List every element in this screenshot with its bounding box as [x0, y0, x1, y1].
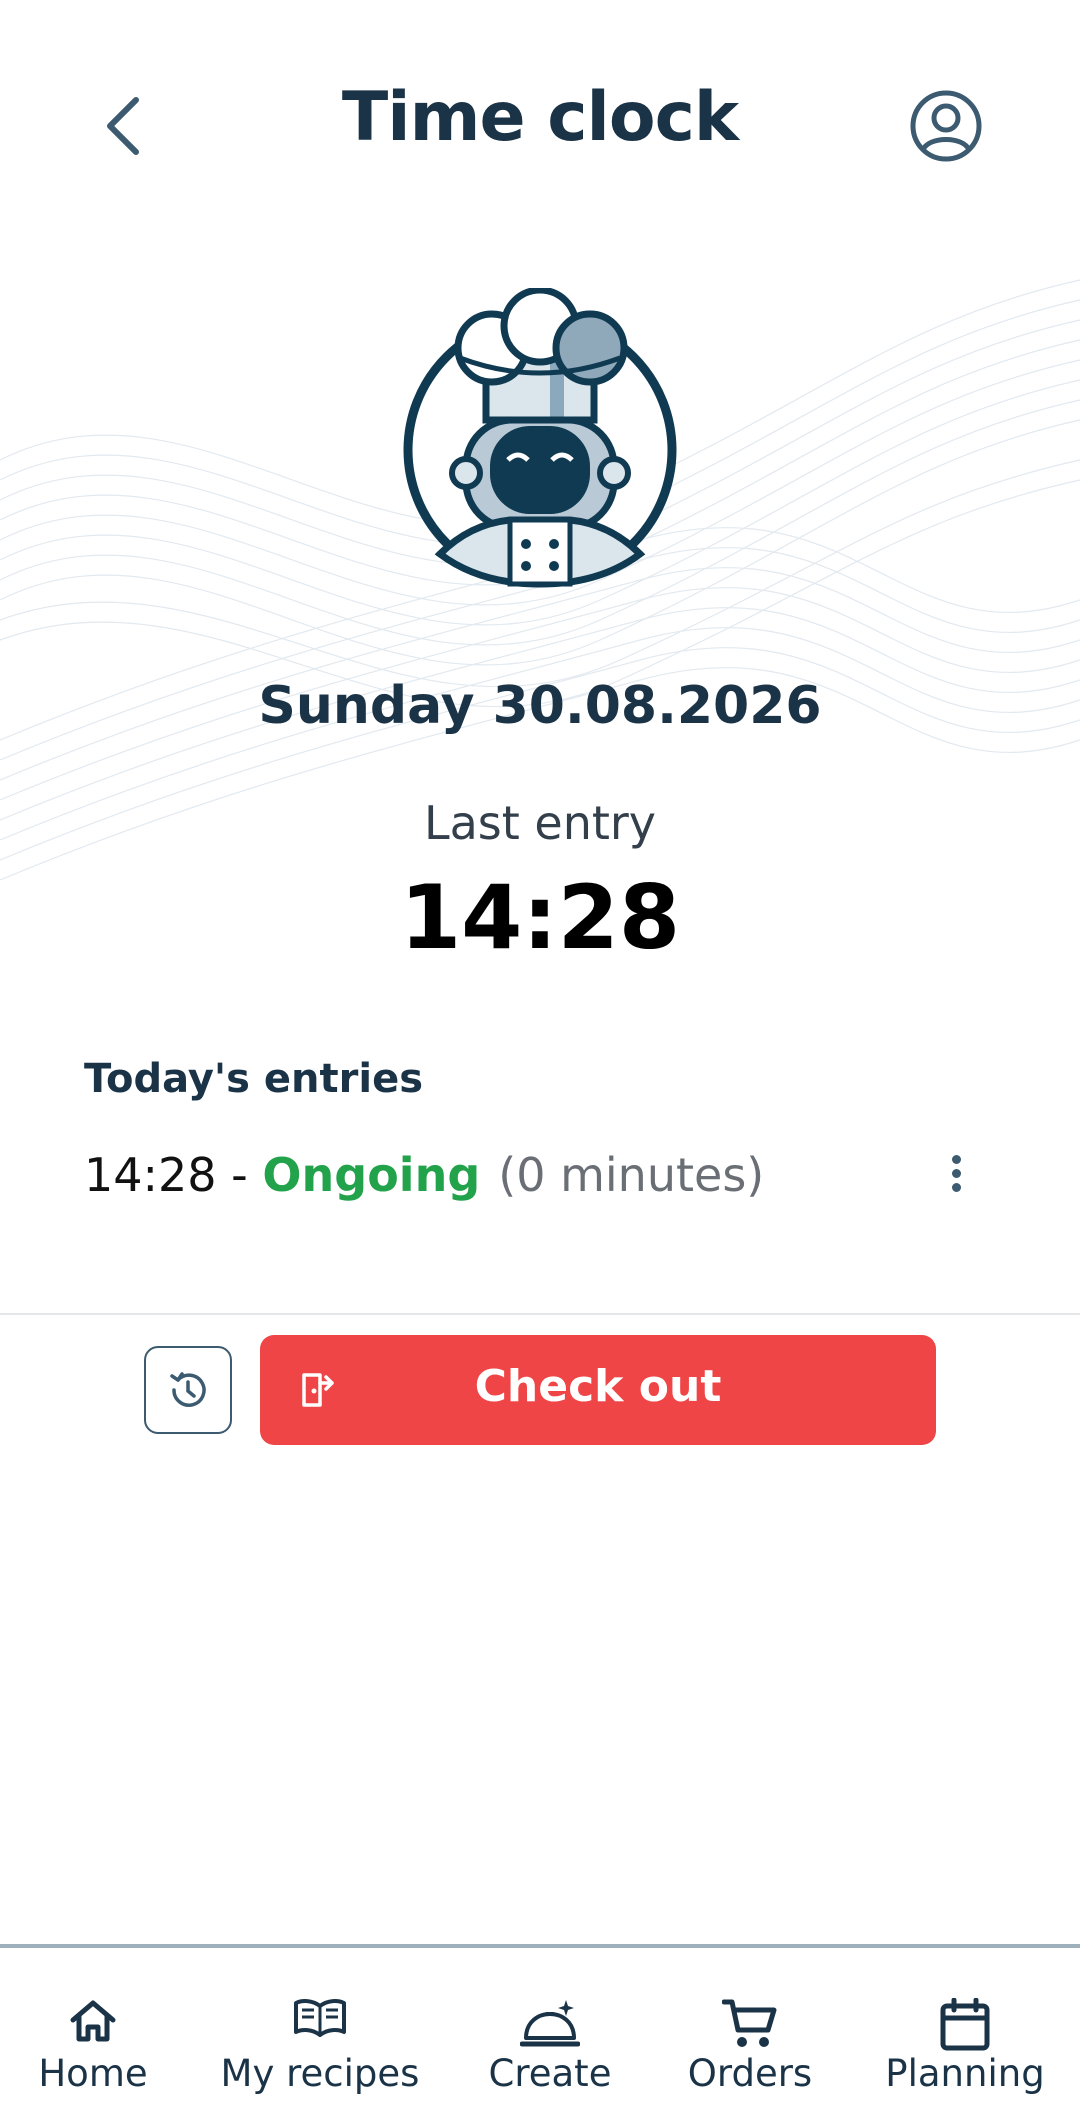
cloche-icon — [520, 2000, 580, 2047]
history-button[interactable] — [144, 1346, 232, 1434]
book-icon — [294, 1999, 346, 2037]
last-entry-time: 14:28 — [399, 866, 681, 969]
list-item: 14:28 - Ongoing (0 minutes) — [84, 1142, 996, 1214]
entry-duration: (0 minutes) — [498, 1148, 765, 1202]
dot — [951, 1183, 961, 1192]
dot — [951, 1155, 961, 1164]
bottom-navigation: Home My recipes Create Orders Planning — [0, 1944, 1080, 2111]
nav-create[interactable]: Create — [460, 1948, 640, 2111]
history-icon — [170, 1372, 206, 1407]
last-entry-label: Last entry — [423, 796, 657, 850]
nav-label: Home — [38, 2052, 148, 2095]
chef-robot-avatar — [403, 288, 677, 588]
more-options-button[interactable] — [936, 1150, 976, 1206]
profile-button[interactable] — [908, 88, 984, 164]
entry-text: 14:28 - Ongoing (0 minutes) — [84, 1148, 764, 1202]
nav-label: Orders — [687, 2052, 813, 2095]
cart-icon — [722, 1999, 777, 2047]
nav-label: Create — [488, 2052, 612, 2095]
current-date: Sunday 30.08.2026 — [258, 676, 822, 736]
home-icon — [70, 2000, 116, 2042]
nav-orders[interactable]: Orders — [670, 1948, 830, 2111]
nav-home[interactable]: Home — [0, 1948, 186, 2111]
check-out-button[interactable]: Check out — [260, 1335, 936, 1445]
nav-label: My recipes — [220, 2052, 420, 2095]
todays-entries-heading: Today's entries — [84, 1056, 424, 1102]
status-badge: Ongoing — [262, 1148, 481, 1202]
calendar-icon — [940, 1998, 990, 2051]
nav-my-recipes[interactable]: My recipes — [220, 1948, 420, 2111]
entry-time: 14:28 - — [84, 1148, 263, 1202]
time-clock-screen: Time clock Sunday 30.08.2026 Last entry … — [0, 0, 1080, 2111]
dot — [951, 1169, 961, 1178]
app-header: Time clock — [0, 0, 1080, 250]
user-circle-icon — [910, 90, 982, 162]
check-out-label: Check out — [474, 1361, 722, 1412]
divider — [0, 1313, 1080, 1315]
nav-planning[interactable]: Planning — [880, 1948, 1050, 2111]
nav-label: Planning — [885, 2052, 1045, 2095]
